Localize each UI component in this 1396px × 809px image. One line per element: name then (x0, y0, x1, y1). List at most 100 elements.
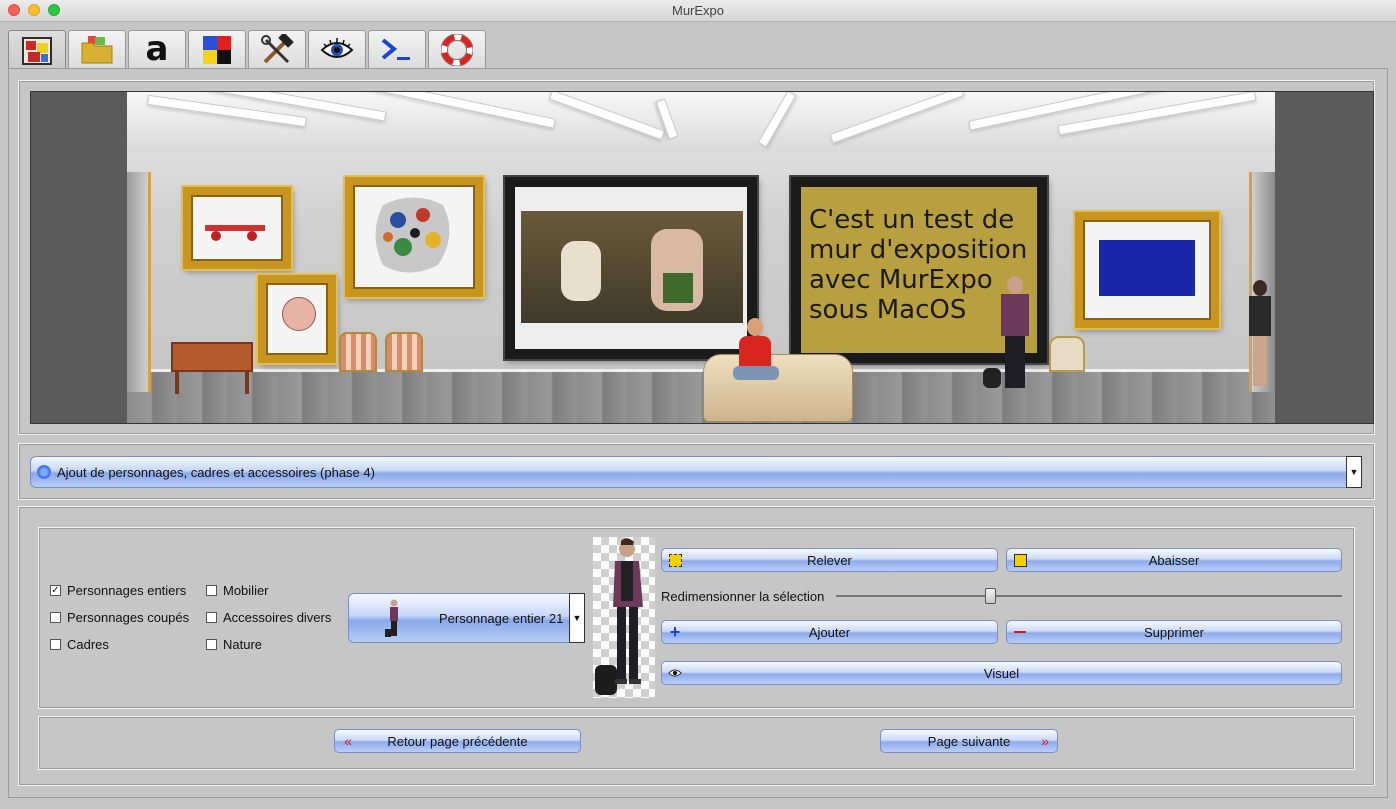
phase-bullet-icon (37, 465, 51, 479)
phase-select-value: Ajout de personnages, cadres et accessoi… (57, 465, 375, 480)
person-sitting[interactable] (733, 318, 779, 396)
chair[interactable] (1049, 336, 1085, 372)
person-thumbnail-icon (385, 599, 398, 637)
exhibition-room: C'est un test de mur d'exposition avec M… (127, 92, 1275, 423)
plus-icon: + (669, 621, 681, 642)
tab-view[interactable] (308, 30, 366, 68)
tab-gallery[interactable] (8, 30, 66, 70)
lower-icon (1013, 553, 1027, 567)
person-standing[interactable] (983, 276, 1033, 394)
tab-help[interactable] (428, 30, 486, 68)
person-legs (1005, 336, 1025, 388)
left-window (127, 172, 151, 392)
checkbox-personnages-coupes[interactable] (50, 612, 61, 623)
lifebuoy-icon (441, 33, 473, 66)
phase-dropdown-button[interactable]: ▼ (1346, 456, 1362, 488)
lower-button-label: Abaisser (1148, 552, 1200, 568)
checkbox-label: Personnages coupés (67, 610, 190, 625)
poster-text: C'est un test de mur d'exposition avec M… (809, 205, 1028, 325)
previous-page-label: Retour page précédente (387, 733, 528, 749)
tab-colors[interactable] (188, 30, 246, 68)
tab-folder[interactable] (68, 30, 126, 68)
checkbox-label: Cadres (67, 637, 109, 652)
eye-icon (668, 666, 682, 680)
tab-tools[interactable] (248, 30, 306, 68)
raise-button-label: Relever (807, 552, 852, 568)
person-bag (983, 368, 1001, 388)
lower-button[interactable]: Abaisser (1006, 548, 1342, 572)
previous-page-button[interactable]: « Retour page précédente (334, 729, 581, 753)
ceiling (127, 92, 1275, 152)
resize-slider-track[interactable] (836, 595, 1342, 597)
gallery-icon (22, 36, 52, 65)
eye-icon (320, 37, 354, 58)
checkbox-nature[interactable] (206, 639, 217, 650)
person-preview-image (595, 538, 643, 695)
ceiling-light (358, 92, 556, 129)
checkbox-cadres[interactable] (50, 639, 61, 650)
movie-still (521, 211, 743, 323)
frame-blue-painting[interactable] (1075, 212, 1219, 328)
selection-preview (593, 537, 655, 698)
tab-text[interactable]: a (128, 30, 186, 68)
item-dropdown-button[interactable]: ▼ (569, 593, 585, 643)
item-select[interactable]: Personnage entier 21 ▼ (348, 593, 585, 643)
drawing-detail (205, 225, 265, 231)
visual-button[interactable]: Visuel (661, 661, 1342, 685)
furniture-leg (245, 372, 249, 394)
tab-terminal[interactable] (368, 30, 426, 68)
resize-slider-knob[interactable] (985, 588, 996, 604)
delete-button-label: Supprimer (1144, 624, 1204, 640)
furniture-leg (175, 372, 179, 394)
mosaic-art (375, 197, 450, 273)
ceiling-light (829, 92, 965, 144)
next-page-button[interactable]: Page suivante » (880, 729, 1058, 753)
frame-mosaic[interactable] (345, 177, 483, 297)
checkbox-accessoires[interactable] (206, 612, 217, 623)
raise-button[interactable]: Relever (661, 548, 998, 572)
checkbox-label: Nature (223, 637, 263, 652)
frame-pig-drawing[interactable] (258, 275, 336, 363)
frame-small-drawing[interactable] (183, 187, 291, 269)
ceiling-light (548, 92, 666, 141)
double-chevron-left-icon: « (344, 733, 352, 749)
person-legs (733, 366, 779, 380)
phase-select[interactable]: Ajout de personnages, cadres et accessoi… (30, 456, 1362, 488)
gallery-preview[interactable]: C'est un test de mur d'exposition avec M… (30, 91, 1374, 424)
drawing-detail (211, 231, 221, 241)
tools-icon (261, 33, 294, 63)
svg-text:a: a (146, 34, 169, 66)
person-walking[interactable] (1247, 280, 1275, 400)
chevron-down-icon: ▼ (572, 613, 582, 623)
person-body (739, 336, 771, 366)
minus-icon (1013, 625, 1027, 639)
person-head (747, 318, 763, 336)
letter-a-icon: a (146, 34, 169, 66)
visual-button-label: Visuel (983, 665, 1020, 681)
blue-painting (1099, 240, 1195, 296)
item-select-value: Personnage entier 21 (439, 611, 564, 626)
next-page-label: Page suivante (927, 733, 1011, 749)
color-squares-icon (203, 35, 231, 64)
chair[interactable] (385, 332, 423, 372)
frame-movie[interactable] (505, 177, 757, 359)
chair[interactable] (339, 332, 377, 372)
navigation-group (38, 716, 1355, 770)
checkbox-mobilier[interactable] (206, 585, 217, 596)
wooden-floor (127, 369, 1275, 423)
title-bar: MurExpo (0, 0, 1396, 22)
delete-button[interactable]: Supprimer (1006, 620, 1342, 644)
terminal-icon (381, 37, 410, 60)
person-legs (1253, 336, 1267, 386)
double-chevron-right-icon: » (1041, 733, 1049, 749)
checkbox-label: Mobilier (223, 583, 269, 598)
chest-of-drawers[interactable] (171, 342, 253, 372)
checkbox-personnages-entiers[interactable]: ✓ (50, 585, 61, 596)
movie-character (561, 241, 601, 301)
resize-label: Redimensionner la sélection (661, 589, 825, 604)
person-body (1001, 294, 1029, 336)
chevron-down-icon: ▼ (1349, 467, 1359, 477)
window-title: MurExpo (671, 3, 725, 18)
person-head (1253, 280, 1267, 296)
add-button[interactable]: + Ajouter (661, 620, 998, 644)
